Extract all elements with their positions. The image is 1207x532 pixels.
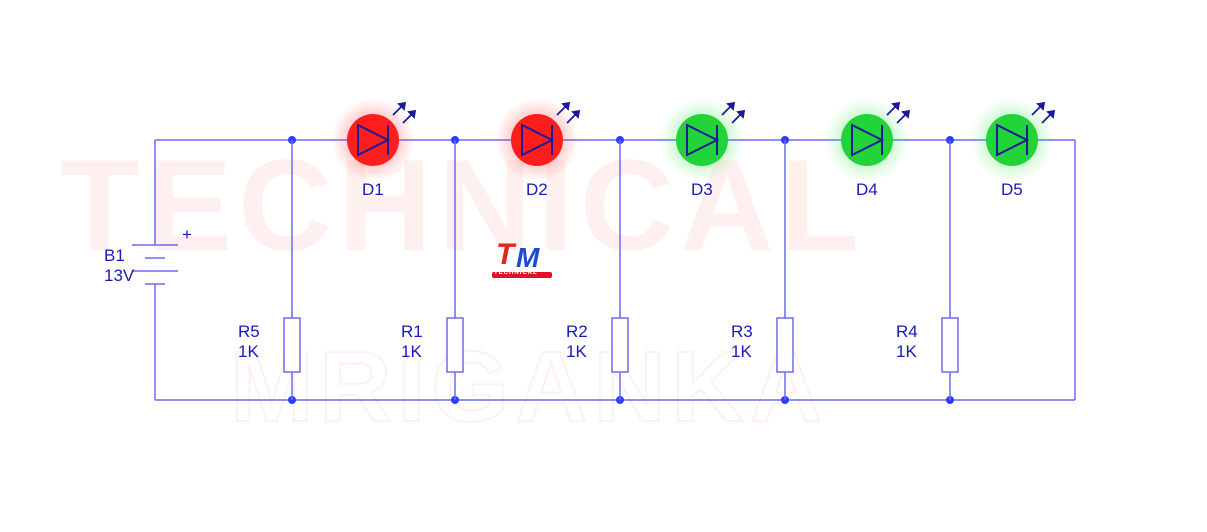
r5-val: 1K	[238, 342, 259, 362]
r4-ref: R4	[896, 322, 918, 342]
d3-label: D3	[691, 180, 713, 200]
led-d1	[331, 98, 415, 182]
brand-logo: T M TECHNICAL	[492, 242, 552, 282]
d2-label: D2	[526, 180, 548, 200]
r1-ref: R1	[401, 322, 423, 342]
led-d4	[825, 98, 909, 182]
r1-val: 1K	[401, 342, 422, 362]
schematic-canvas: { "colors":{ "wire":"#6c6cf0", "label":"…	[0, 0, 1207, 532]
r3-val: 1K	[731, 342, 752, 362]
r4-val: 1K	[896, 342, 917, 362]
r3-ref: R3	[731, 322, 753, 342]
battery-ref: B1	[104, 246, 125, 266]
battery-plus: +	[182, 225, 192, 245]
logo-sub: TECHNICAL	[494, 270, 538, 276]
r5-ref: R5	[238, 322, 260, 342]
d5-label: D5	[1001, 180, 1023, 200]
battery-symbol	[132, 225, 178, 290]
led-d5	[970, 98, 1054, 182]
led-d2	[495, 98, 579, 182]
schematic-svg	[0, 0, 1207, 532]
d1-label: D1	[362, 180, 384, 200]
led-d3	[660, 98, 744, 182]
logo-t: T	[496, 238, 514, 272]
r2-ref: R2	[566, 322, 588, 342]
r2-val: 1K	[566, 342, 587, 362]
d4-label: D4	[856, 180, 878, 200]
battery-value: 13V	[104, 266, 134, 286]
